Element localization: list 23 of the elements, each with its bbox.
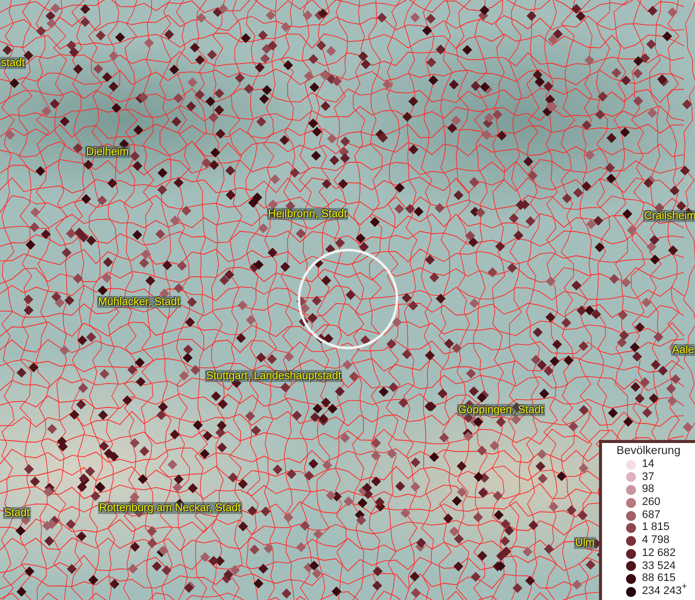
- legend-label: 687: [642, 510, 660, 522]
- place-label: Göppingen, Stadt: [457, 404, 545, 416]
- place-label: stadt: [0, 57, 26, 70]
- legend-label: 1 815: [642, 522, 670, 534]
- place-label: Stuttgart, Landeshauptstadt: [205, 370, 342, 382]
- place-label: Mühlacker, Stadt: [97, 296, 181, 308]
- legend-label: 14: [642, 459, 654, 471]
- legend-label: 4 798: [642, 535, 670, 547]
- place-label: Ulm: [574, 537, 596, 550]
- place-label: Heilbronn, Stadt: [267, 208, 348, 220]
- place-label: Aale: [671, 344, 695, 356]
- place-label: Dielheim: [85, 146, 130, 158]
- legend-label: 33 524: [642, 560, 676, 572]
- legend-label: 37: [642, 472, 654, 484]
- place-label: Rottenburg am Neckar, Stadt: [98, 502, 242, 514]
- legend-label: 88 615: [642, 573, 676, 585]
- legend-label: 234 243$^{+}$: [642, 586, 688, 598]
- legend-label: 12 682: [642, 548, 676, 560]
- place-label: Crailsheim: [643, 210, 695, 222]
- legend-label: 98: [642, 484, 654, 496]
- place-label: Stadt: [3, 507, 31, 520]
- legend-label: 260: [642, 497, 660, 509]
- legend-title: Bevölkerung: [616, 445, 682, 458]
